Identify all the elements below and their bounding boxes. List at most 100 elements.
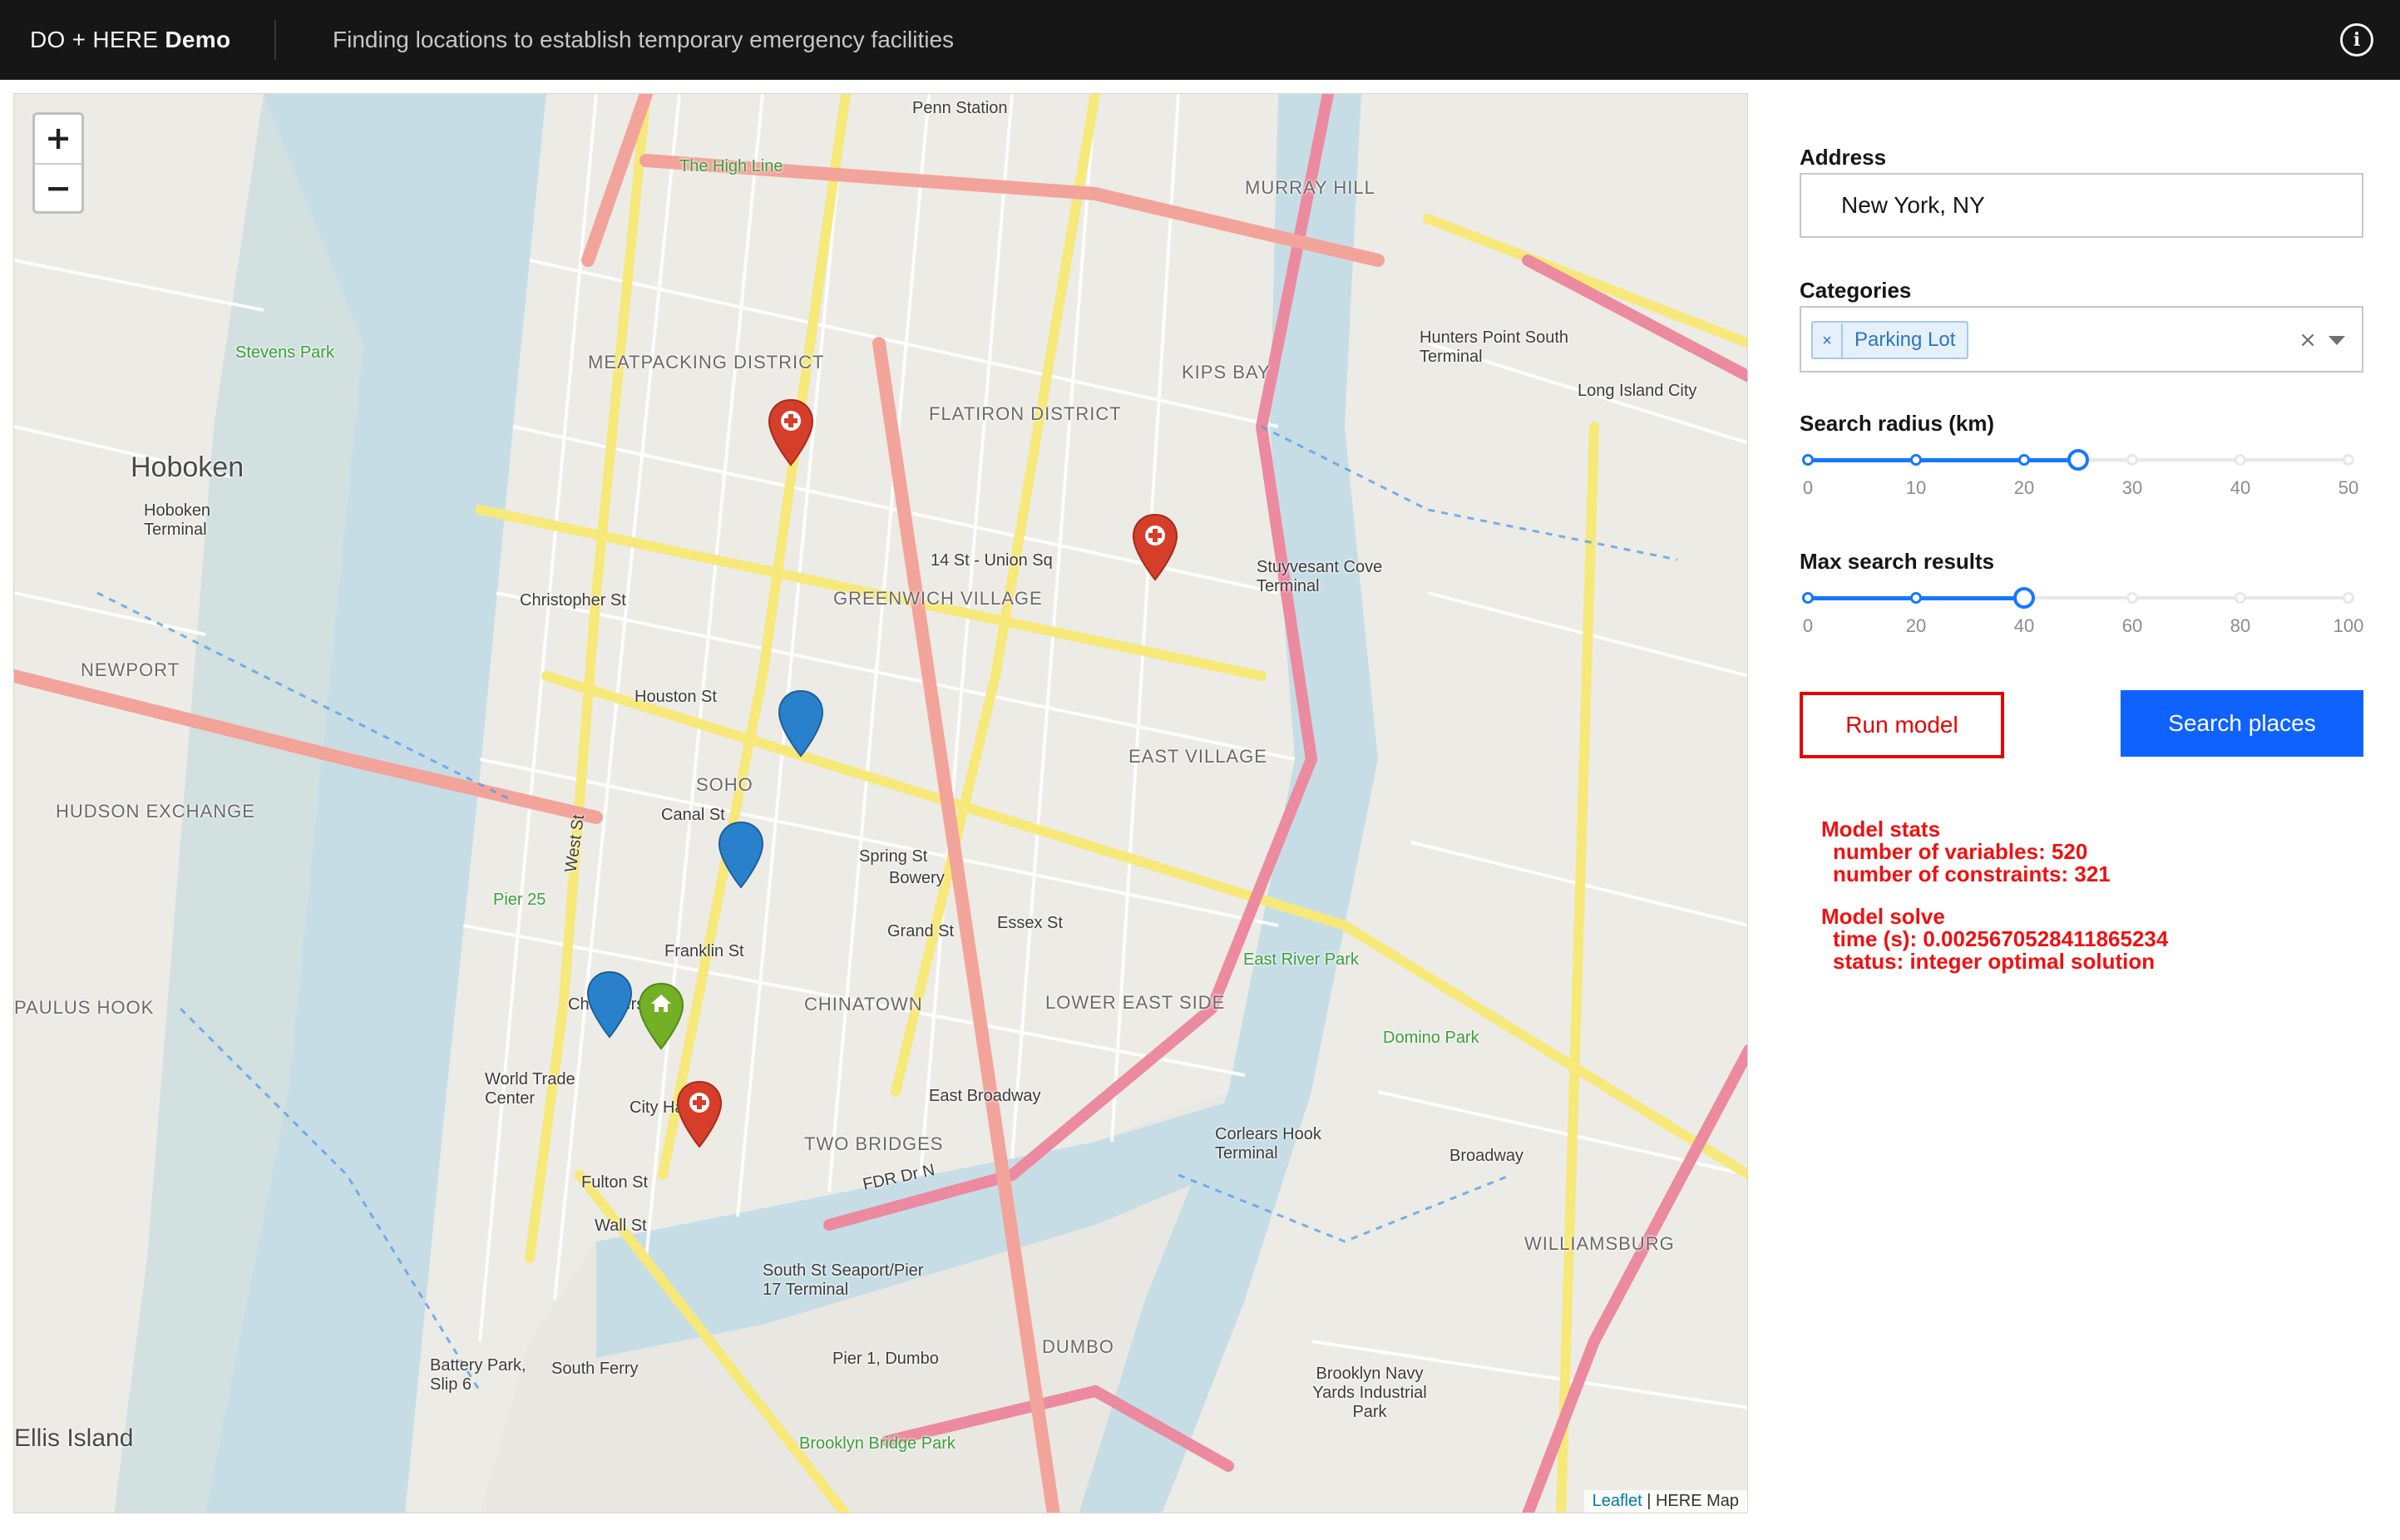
category-tag: × Parking Lot — [1811, 321, 1969, 359]
map-label-two-bridges: TWO BRIDGES — [804, 1133, 944, 1154]
run-model-button[interactable]: Run model — [1800, 692, 2004, 758]
slider-handle[interactable] — [2067, 449, 2089, 471]
map-label-hunters-point: Hunters Point South Terminal — [1420, 328, 1568, 366]
slider-tick-label: 40 — [2230, 477, 2251, 498]
map-label-pier-1: Pier 1, Dumbo — [832, 1350, 939, 1368]
slider-tick-label: 10 — [1905, 477, 1927, 498]
page-subtitle: Finding locations to establish temporary… — [333, 27, 955, 52]
leaflet-link[interactable]: Leaflet — [1593, 1492, 1642, 1510]
map-label-lower-east-side: LOWER EAST SIDE — [1045, 992, 1226, 1013]
map-label-grand-st: Grand St — [887, 922, 955, 940]
information-circle-icon[interactable]: i — [2340, 23, 2373, 57]
map-label-east-village: EAST VILLAGE — [1128, 746, 1267, 767]
slider-step-dot[interactable] — [2343, 592, 2354, 604]
search-radius-slider[interactable] — [1802, 444, 2354, 477]
map-label-chinatown: CHINATOWN — [804, 994, 923, 1014]
slider-step-dot[interactable] — [2343, 454, 2354, 466]
map-label-corlears-hook: Corlears Hook Terminal — [1215, 1125, 1321, 1162]
map-label-newport: NEWPORT — [81, 659, 180, 680]
hospital-marker-3[interactable] — [676, 1080, 723, 1148]
chevron-down-icon[interactable] — [2328, 336, 2345, 345]
slider-tick-label: 80 — [2230, 615, 2251, 636]
map-label-east-river-park: East River Park — [1243, 950, 1359, 969]
slider-handle[interactable] — [2013, 587, 2035, 609]
parking-marker-1[interactable] — [778, 689, 824, 758]
slider-step-dot[interactable] — [1910, 592, 1922, 604]
slider-tick-label: 20 — [2013, 477, 2035, 498]
brand-suffix: Demo — [165, 27, 231, 52]
map-label-long-island-city: Long Island City — [1578, 382, 1697, 400]
slider-tick-label: 0 — [1802, 615, 1814, 636]
location-icon — [793, 704, 808, 719]
slider-step-dot[interactable] — [2235, 592, 2246, 604]
map-label-christopher-st: Christopher St — [520, 591, 626, 610]
model-stats-title: Model stats — [1821, 817, 1941, 842]
attribution-text: | HERE Map — [1642, 1492, 1739, 1510]
tag-label: Parking Lot — [1854, 328, 1956, 351]
location-icon — [602, 985, 617, 1000]
zoom-in-button[interactable]: + — [35, 115, 81, 163]
map-label-williamsburg: WILLIAMSBURG — [1524, 1233, 1675, 1254]
parking-marker-2[interactable] — [718, 821, 764, 889]
slider-tick-label: 50 — [2338, 477, 2359, 498]
map-label-broadway: Broadway — [1449, 1147, 1523, 1165]
slider-step-dot[interactable] — [1802, 454, 1814, 466]
map-label-battery-park: Battery Park, Slip 6 — [430, 1356, 526, 1394]
hospital-icon — [1145, 526, 1165, 545]
map-label-essex-st: Essex St — [997, 914, 1063, 932]
clear-icon[interactable]: × — [2299, 328, 2317, 353]
map-label-flatiron: FLATIRON DISTRICT — [929, 403, 1122, 424]
slider-step-dot[interactable] — [1802, 592, 1814, 604]
zoom-out-button[interactable]: − — [35, 163, 81, 211]
search-radius-label: Search radius (km) — [1800, 411, 1995, 436]
map-label-paulus-hook: PAULUS HOOK — [14, 997, 155, 1018]
map-label-brooklyn-bridge-park: Brooklyn Bridge Park — [799, 1434, 956, 1453]
slider-step-dot[interactable] — [2018, 454, 2030, 466]
map-label-kips-bay: KIPS BAY — [1182, 362, 1271, 383]
map-label-hudson-exchange: HUDSON EXCHANGE — [56, 801, 255, 822]
hospital-marker-1[interactable] — [768, 398, 814, 466]
tag-remove-icon[interactable]: × — [1813, 323, 1843, 358]
slider-step-dot[interactable] — [2126, 454, 2138, 466]
hospital-icon — [781, 411, 801, 431]
map-label-domino-park: Domino Park — [1383, 1029, 1479, 1047]
slider-step-dot[interactable] — [2235, 454, 2246, 466]
slider-tick-label: 60 — [2121, 615, 2143, 636]
model-solve-title: Model solve — [1821, 904, 1945, 929]
slider-step-dot[interactable] — [2126, 592, 2138, 604]
map-label-pier-25: Pier 25 — [493, 891, 546, 909]
map-label-murray-hill: MURRAY HILL — [1245, 177, 1375, 198]
map-label-houston-st: Houston St — [635, 688, 717, 706]
map-label-penn-station: Penn Station — [912, 99, 1008, 117]
hospital-marker-2[interactable] — [1132, 513, 1178, 581]
parking-marker-3[interactable] — [586, 970, 633, 1039]
max-results-label: Max search results — [1800, 549, 1995, 574]
max-results-slider[interactable] — [1802, 582, 2354, 615]
slider-tick-label: 100 — [2333, 615, 2364, 636]
map-label-south-st-seaport: South St Seaport/Pier 17 Terminal — [763, 1261, 924, 1299]
slider-tick-label: 40 — [2013, 615, 2035, 636]
home-marker[interactable] — [638, 982, 684, 1050]
stat-time: time (s): 0.0025670528411865234 — [1833, 926, 2169, 951]
map-label-east-broadway: East Broadway — [929, 1087, 1041, 1105]
slider-track — [1808, 458, 2078, 462]
map-label-fulton-st: Fulton St — [581, 1173, 649, 1192]
categories-select[interactable]: × Parking Lot × — [1800, 306, 2363, 373]
map-label-hoboken-terminal: Hoboken Terminal — [144, 501, 211, 539]
map-label-franklin-st: Franklin St — [664, 942, 744, 960]
max-results-ticks: 0 20 40 60 80 100 — [1803, 615, 2363, 640]
map-label-greenwich-village: GREENWICH VILLAGE — [833, 588, 1043, 609]
slider-tick-label: 30 — [2121, 477, 2143, 498]
map-label-ellis-island: Ellis Island — [14, 1424, 134, 1452]
map-view[interactable]: Hoboken SOHO GREENWICH VILLAGE EAST VILL… — [13, 93, 1748, 1513]
slider-tick-label: 20 — [1905, 615, 1927, 636]
map-label-meatpacking: MEATPACKING DISTRICT — [588, 352, 825, 373]
app-brand: DO + HERE Demo — [30, 0, 230, 80]
slider-step-dot[interactable] — [1910, 454, 1922, 466]
search-places-button[interactable]: Search places — [2121, 690, 2363, 757]
map-label-stuyvesant-cove: Stuyvesant Cove Terminal — [1257, 558, 1383, 595]
address-input[interactable]: New York, NY — [1800, 173, 2363, 238]
map-label-canal-st: Canal St — [661, 806, 725, 824]
map-label-south-ferry: South Ferry — [551, 1360, 639, 1378]
map-label-world-trade-center: World Trade Center — [485, 1070, 575, 1108]
